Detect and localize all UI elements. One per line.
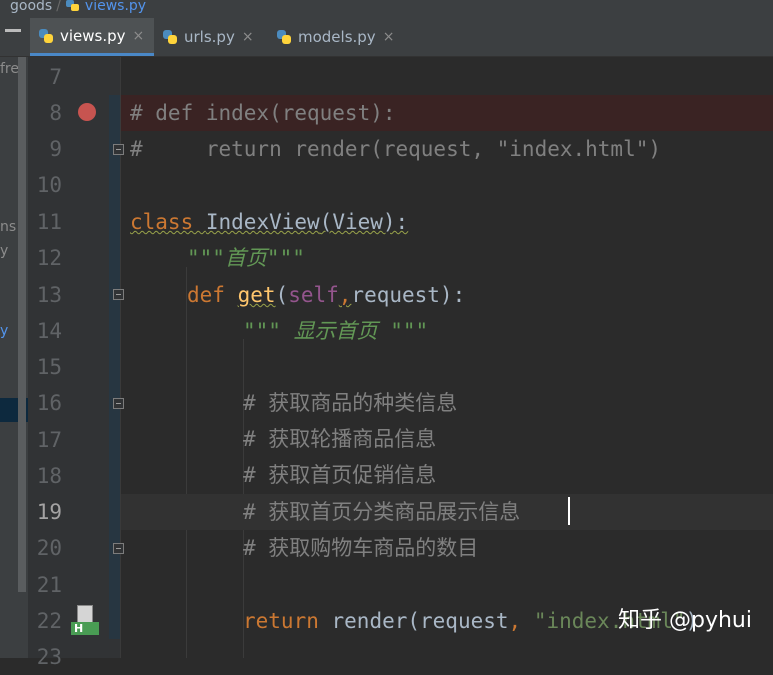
code-line-14[interactable]: """ 显示首页 """ [121,313,773,349]
docstring: """首页""" [187,246,305,270]
line-number: 8 [49,101,62,125]
line-number: 14 [36,319,62,343]
line-number: 21 [36,573,62,597]
collapse-panel-icon[interactable] [5,29,21,32]
line-number: 20 [36,536,62,560]
project-tree-item[interactable]: y [0,323,8,339]
class-declaration: class IndexView(View): [121,210,408,234]
comment: # 获取首页分类商品展示信息 [243,500,521,524]
tab-label: views.py [60,26,126,45]
breadcrumb-file[interactable]: views.py [85,0,146,13]
code-line-9[interactable]: # return render(request, "index.html") [121,131,773,167]
code-line-20[interactable]: # 获取购物车商品的数目 [121,530,773,566]
breadcrumb-separator: / [56,0,61,14]
paren: ( [275,283,289,307]
tab-label: models.py [298,28,376,46]
code-line-16[interactable]: # 获取商品的种类信息 [121,385,773,421]
watermark: 知乎 @pyhui [618,608,752,633]
comment: # return render(request, "index.html") [130,137,662,161]
comment: # 获取轮播商品信息 [243,427,437,451]
override-method-icon[interactable]: H [71,605,99,635]
change-marker-strip [109,95,120,639]
line-number: 23 [36,645,62,669]
comma: , [338,283,352,307]
docstring: """ 显示首页 """ [243,319,429,343]
breakpoint-icon[interactable] [78,103,96,121]
method-declaration: def get(self,request): [121,283,465,307]
return-statement: return render(request, "index.html") [121,609,698,633]
project-panel-scrollbar[interactable] [18,57,26,592]
call: render(request [331,609,509,633]
current-line-number: 19 [36,500,62,524]
line-number: 15 [36,355,62,379]
code-line-8[interactable]: # def index(request): [121,95,773,131]
code-line-12[interactable]: """首页""" [121,240,773,276]
code-line-19[interactable]: # 获取首页分类商品展示信息 [121,494,773,530]
tab-models-py[interactable]: models.py × [268,18,408,56]
breadcrumb: goods / views.py [0,0,773,18]
line-number: 12 [36,246,62,270]
line-number: 9 [49,137,62,161]
line-number: 18 [36,464,62,488]
editor-tab-bar: views.py × urls.py × models.py × [0,18,773,57]
comment: # 获取首页促销信息 [243,463,437,487]
line-number: 17 [36,428,62,452]
document-icon [77,605,93,623]
project-panel: fres ns y y [0,57,28,658]
close-tab-icon[interactable]: × [242,29,254,45]
project-tree-item[interactable]: y [0,243,8,259]
comment: # 获取商品的种类信息 [243,391,458,415]
comma: , [508,609,522,633]
close-tab-icon[interactable]: × [383,29,395,45]
code-line-11[interactable]: class IndexView(View): [121,204,773,240]
python-file-icon [65,0,81,12]
python-file-icon [38,28,54,44]
python-file-icon [276,29,292,45]
keyword: def [187,283,225,307]
override-marker: H [71,622,99,635]
comment: # def index(request): [130,101,396,125]
code-editor[interactable]: # def index(request): # return render(re… [121,57,773,658]
keyword: class [130,210,194,234]
python-file-icon [162,29,178,45]
line-number: 7 [49,65,62,89]
text-caret [568,497,570,525]
close-tab-icon[interactable]: × [133,28,145,44]
class-bases: (View): [319,210,409,234]
keyword: return [243,609,319,633]
class-name: IndexView [205,210,320,234]
line-number: 13 [36,283,62,307]
tab-views-py[interactable]: views.py × [30,18,154,56]
tab-urls-py[interactable]: urls.py × [154,18,268,56]
line-number: 10 [36,173,62,197]
code-line-18[interactable]: # 获取首页促销信息 [121,457,773,493]
self-param: self [288,283,339,307]
project-tree-item[interactable]: ns [0,219,16,235]
breadcrumb-folder[interactable]: goods [10,0,52,13]
code-line-13[interactable]: def get(self,request): [121,277,773,313]
function-name: get [237,283,276,307]
comment: # 获取购物车商品的数目 [243,536,479,560]
params: request): [351,283,466,307]
line-number: 22 [36,609,62,633]
tab-label: urls.py [184,28,235,46]
code-line-17[interactable]: # 获取轮播商品信息 [121,421,773,457]
line-number: 11 [36,210,62,234]
line-number: 16 [36,391,62,415]
